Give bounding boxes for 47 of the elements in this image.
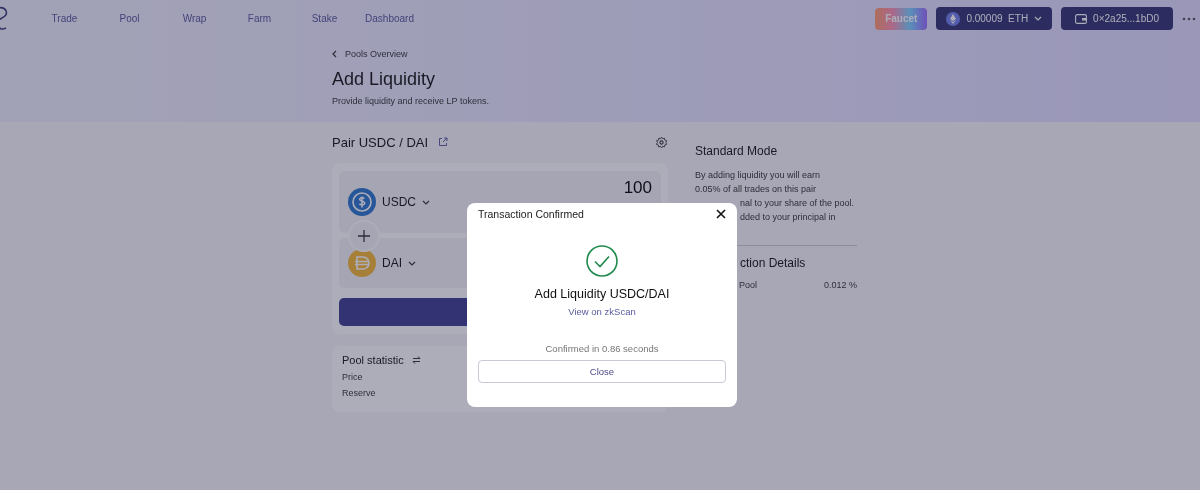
dai-coin-icon <box>348 249 376 277</box>
balance-button[interactable]: 0.00009 ETH <box>936 7 1053 30</box>
logo-icon[interactable] <box>0 5 10 32</box>
mode-description-line: By adding liquidity you will earn <box>695 169 822 182</box>
dialog-title: Transaction Confirmed <box>478 208 584 220</box>
mode-title: Standard Mode <box>695 144 779 158</box>
pool-statistic-title: Pool statistic <box>342 354 404 366</box>
mode-description-line: 0.05% of all trades on this pair <box>695 183 818 196</box>
chevron-left-icon <box>332 50 337 58</box>
statistic-label: Reserve <box>342 388 377 398</box>
chevron-down-icon <box>422 199 430 205</box>
chevron-down-icon <box>1034 16 1043 21</box>
detail-label: Pool <box>739 280 757 290</box>
mode-description-line: dded to your principal in <box>740 211 837 224</box>
confirmation-time: Confirmed in 0.86 seconds <box>545 343 659 354</box>
chevron-down-icon <box>408 260 416 266</box>
statistic-label: Price <box>342 372 364 382</box>
wallet-icon <box>1075 13 1088 24</box>
plus-icon <box>358 230 370 242</box>
token-amount: 100 <box>623 179 652 197</box>
zkscan-link[interactable]: View on zkScan <box>568 306 636 317</box>
token-selector[interactable]: USDC <box>382 195 416 209</box>
more-icon[interactable] <box>1182 16 1196 21</box>
details-title: ction Details <box>740 256 807 270</box>
detail-value: 0.012 % <box>823 280 857 290</box>
page-title: Add Liquidity <box>332 69 437 90</box>
ethereum-icon <box>946 11 961 26</box>
mode-description-line: nal to your share of the pool. <box>740 197 856 210</box>
back-link[interactable]: Pools Overview <box>332 49 1200 59</box>
external-link-icon[interactable] <box>438 137 449 147</box>
close-icon[interactable] <box>716 209 726 219</box>
usdc-coin-icon <box>348 188 376 216</box>
nav-link[interactable]: Farm <box>227 13 292 24</box>
nav-link[interactable]: Trade <box>32 13 97 24</box>
token-selector[interactable]: DAI <box>382 256 402 270</box>
nav-link[interactable]: Pool <box>97 13 162 24</box>
close-button[interactable]: Close <box>478 360 726 383</box>
settings-icon[interactable] <box>655 135 668 149</box>
wallet-button[interactable]: 0×2a25...1bD0 <box>1061 7 1173 30</box>
swap-arrows-icon[interactable] <box>411 356 421 364</box>
dialog-heading: Add Liquidity USDC/DAI <box>534 287 670 301</box>
nav-link[interactable]: Stake <box>292 13 357 24</box>
check-circle-icon <box>586 245 618 277</box>
page-subtitle: Provide liquidity and receive LP tokens. <box>332 96 490 106</box>
nav-link[interactable]: Wrap <box>162 13 227 24</box>
pair-title: Pair USDC / DAI <box>332 134 429 150</box>
nav-link[interactable]: Dashboard <box>357 13 422 24</box>
